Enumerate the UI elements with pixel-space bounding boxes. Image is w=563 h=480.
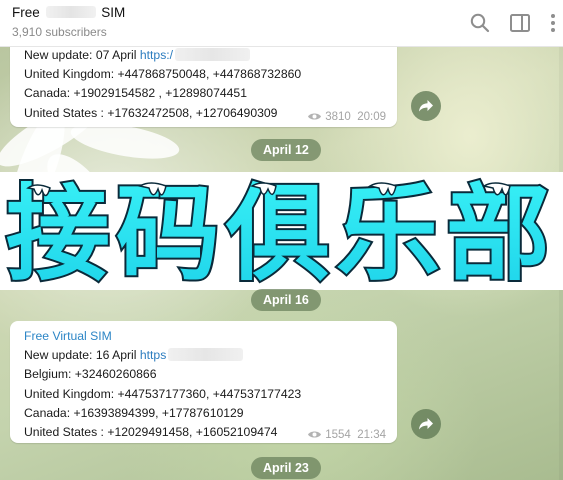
chat-header: Free SIM 3,910 subscribers [0,0,563,47]
message-bubble[interactable]: New update: 07 April https:/ United King… [10,46,397,127]
sidebar-toggle-icon[interactable] [508,11,532,35]
message-line: United Kingdom: +447537177360, +44753717… [24,386,302,401]
redacted-link [168,348,244,362]
channel-title[interactable]: Free SIM [12,5,125,20]
views-icon [307,428,322,447]
redacted-link [175,48,251,61]
message-line: New update: 16 April https [24,346,301,365]
message-line: United States : +17632472508, +127064903… [24,105,278,120]
message-line: New update: 07 April https:/ [24,46,301,65]
share-button[interactable] [411,409,441,439]
message-line: United Kingdom: +447868750048, +44786873… [24,67,302,82]
message-link[interactable]: https:/ [140,48,173,62]
channel-title-start: Free [12,5,40,20]
view-count: 1554 [325,429,351,441]
message-line: United States : +12029491458, +160521094… [24,425,278,440]
watermark-banner: 接码俱乐部 [0,172,563,290]
share-arrow-icon [419,418,433,430]
message-meta: 3810 20:09 [307,108,386,129]
message-time: 20:09 [357,111,386,123]
share-arrow-icon [419,100,433,112]
date-separator: April 12 [251,139,321,161]
view-count: 3810 [325,111,351,123]
share-button[interactable] [411,91,441,121]
channel-title-end: SIM [101,5,126,20]
watermark-logo: 接码俱乐部 [4,172,556,290]
subscriber-count: 3,910 subscribers [12,25,107,39]
channel-name[interactable]: Free Virtual SIM [24,327,301,346]
message-link[interactable]: https [140,348,166,362]
message-bubble[interactable]: Free Virtual SIM New update: 16 April ht… [10,321,397,443]
svg-text:接码俱乐部: 接码俱乐部 [6,173,556,290]
message-line: Canada: +16393894399, +17787610129 [24,405,244,420]
message-line: Belgium: +32460260866 [24,367,157,382]
message-meta: 1554 21:34 [307,426,386,447]
date-separator: April 23 [251,457,321,479]
message-time: 21:34 [357,429,386,441]
more-vertical-icon[interactable] [541,11,563,35]
redacted-title-part [45,6,96,18]
message-line: Canada: +19029154582 , +12898074451 [24,86,247,101]
date-separator: April 16 [251,289,321,311]
search-icon[interactable] [468,11,492,35]
views-icon [307,110,322,129]
